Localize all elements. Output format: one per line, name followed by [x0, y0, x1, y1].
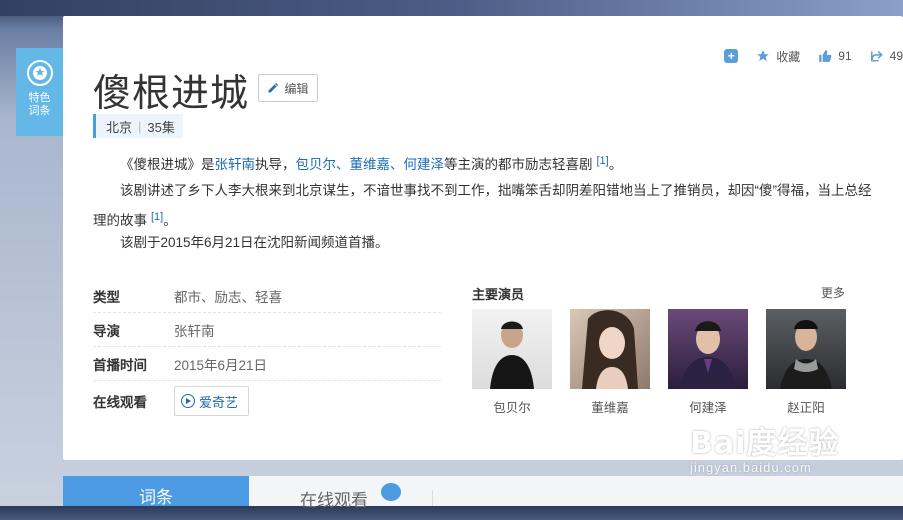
iqiyi-label: 爱奇艺: [199, 394, 239, 410]
actor-name[interactable]: 董维嘉: [570, 397, 650, 416]
summary-separator: 、: [336, 157, 350, 172]
info-key: 导演: [93, 323, 120, 339]
tag-episodes[interactable]: 35集: [147, 117, 174, 136]
actor-name[interactable]: 何建泽: [668, 397, 748, 416]
info-row-director: 导演 张轩南: [93, 313, 441, 347]
actor-card[interactable]: 何建泽: [668, 309, 748, 416]
summary-paragraph-3: 该剧于2015年6月21日在沈阳新闻频道首播。: [120, 235, 389, 250]
tag-region[interactable]: 北京: [106, 117, 132, 136]
actor-photo[interactable]: [570, 309, 650, 389]
actor-card[interactable]: 董维嘉: [570, 309, 650, 416]
actor-name[interactable]: 赵正阳: [766, 397, 846, 416]
like-button[interactable]: 91: [818, 49, 852, 63]
actor-name[interactable]: 包贝尔: [472, 397, 552, 416]
summary-text: 。: [163, 213, 177, 228]
actor-photo[interactable]: [472, 309, 552, 389]
actor-card[interactable]: 赵正阳: [766, 309, 846, 416]
actor-photo[interactable]: [766, 309, 846, 389]
actor-link-1[interactable]: 包贝尔: [296, 157, 337, 172]
summary-text: 等主演的都市励志轻喜剧: [444, 157, 593, 172]
info-value: 都市、励志、轻喜: [174, 289, 282, 305]
info-row-type: 类型 都市、励志、轻喜: [93, 279, 441, 313]
summary-text: 。: [608, 157, 623, 172]
actor-photo[interactable]: [668, 309, 748, 389]
lemma-card: + 收藏 91 49 傻根进城 编辑 北京 | 35集 《傻根进城》是张轩南执导…: [63, 16, 903, 460]
basic-info-table: 类型 都市、励志、轻喜 导演 张轩南 首播时间 2015年6月21日 在线观看 …: [93, 279, 441, 421]
info-key: 在线观看: [93, 395, 147, 410]
watermark-url: jingyan.baidu.com: [690, 460, 812, 475]
bottom-tab-bar: 词条 在线观看: [63, 476, 903, 510]
watermark: Bai度经验 jingyan.baidu.com: [690, 418, 839, 475]
info-key: 首播时间: [93, 357, 147, 373]
tag-bar: 北京 | 35集: [93, 114, 183, 138]
tab-divider: [432, 490, 433, 506]
collect-label: 收藏: [776, 49, 801, 64]
tag-divider: |: [138, 118, 142, 134]
share-count: 49: [889, 49, 903, 63]
thumbs-up-icon: [819, 50, 832, 62]
add-button[interactable]: +: [724, 49, 739, 63]
plus-icon: +: [724, 49, 739, 63]
actor-link-2[interactable]: 董维嘉: [350, 157, 391, 172]
summary-text: 《傻根进城》是: [120, 157, 215, 172]
summary-separator: 、: [390, 157, 404, 172]
edit-button[interactable]: 编辑: [258, 74, 318, 102]
summary-text: 执导，: [255, 157, 296, 172]
star-icon: [757, 50, 770, 62]
summary-paragraph-1: 《傻根进城》是张轩南执导，包贝尔、董维嘉、何建泽等主演的都市励志轻喜剧 [1]。: [93, 148, 883, 178]
action-bar: + 收藏 91 49: [706, 46, 903, 66]
tab-watch-online[interactable]: 在线观看: [300, 486, 368, 511]
iqiyi-button[interactable]: 爱奇艺: [174, 386, 250, 416]
play-icon: [181, 394, 195, 408]
summary-paragraph-2: 该剧讲述了乡下人李大根来到北京谋生，不谙世事找不到工作，拙嘴笨舌却阴差阳错地当上…: [93, 178, 883, 234]
cast-heading: 主要演员: [472, 287, 525, 302]
tv-badge-icon: [381, 483, 401, 501]
info-row-premiere: 首播时间 2015年6月21日: [93, 347, 441, 381]
share-button[interactable]: 49: [870, 49, 903, 63]
info-key: 类型: [93, 289, 120, 305]
actor-link-3[interactable]: 何建泽: [404, 157, 445, 172]
info-value: 2015年6月21日: [174, 357, 268, 373]
reference-link[interactable]: [1]: [597, 155, 609, 167]
page-title: 傻根进城: [93, 71, 250, 115]
page-header-band: [0, 0, 903, 16]
director-link[interactable]: 张轩南: [215, 157, 256, 172]
tab-lemma[interactable]: 词条: [63, 476, 249, 507]
actor-card[interactable]: 包贝尔: [472, 309, 552, 416]
pencil-icon: [268, 83, 279, 93]
badge-emblem-icon: [26, 60, 53, 86]
info-value: 张轩南: [174, 323, 215, 339]
badge-label-line1: 特色: [28, 92, 51, 104]
cast-list: 包贝尔 董维嘉 何建泽 赵正阳: [472, 309, 864, 416]
reference-link[interactable]: [1]: [151, 211, 163, 223]
info-row-watch: 在线观看 爱奇艺: [93, 381, 441, 421]
cast-more-link[interactable]: 更多: [821, 284, 845, 301]
edit-label: 编辑: [284, 81, 309, 96]
badge-label-line2: 词条: [28, 105, 51, 117]
like-count: 91: [838, 49, 852, 63]
share-icon: [870, 50, 883, 62]
special-entry-badge: 特色 词条: [16, 48, 63, 136]
collect-button[interactable]: 收藏: [756, 48, 800, 65]
summary-text: 该剧讲述了乡下人李大根来到北京谋生，不谙世事找不到工作，拙嘴笨舌却阴差阳错地当上…: [93, 183, 872, 228]
watermark-logo: Bai度经验: [690, 426, 840, 461]
